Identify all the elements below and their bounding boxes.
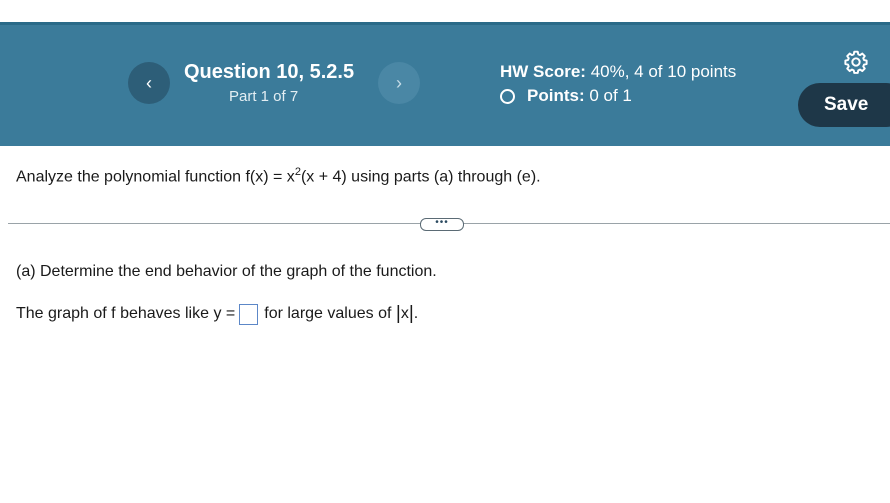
question-header: ‹ Question 10, 5.2.5 Part 1 of 7 › HW Sc…	[0, 25, 890, 146]
top-strip	[0, 0, 890, 23]
prompt-text-before: Analyze the polynomial function f(x) = x	[16, 168, 295, 186]
prompt-text-after: (x + 4) using parts (a) through (e).	[300, 168, 541, 186]
question-title: Question 10, 5.2.5	[184, 61, 355, 83]
hw-score-label: HW Score:	[500, 62, 586, 81]
gear-icon[interactable]	[843, 49, 869, 75]
question-part: Part 1 of 7	[229, 88, 299, 105]
answer-row: The graph of f behaves like y = for larg…	[16, 303, 418, 325]
answer-period: .	[413, 305, 419, 322]
points-status-icon	[500, 88, 515, 104]
chevron-left-icon: ‹	[146, 72, 152, 93]
hw-score-value: 40%, 4 of 10 points	[590, 62, 737, 81]
abs-variable: x	[400, 305, 409, 322]
answer-text-after: for large values of	[264, 305, 392, 322]
hw-score: HW Score: 40%, 4 of 10 points	[500, 62, 736, 82]
answer-text-before: The graph of f behaves like y =	[16, 305, 236, 322]
expand-more-button[interactable]: •••	[420, 218, 464, 231]
answer-input[interactable]	[239, 303, 259, 325]
points-row: Points: 0 of 1	[500, 86, 632, 106]
save-label: Save	[824, 94, 869, 115]
question-prompt: Analyze the polynomial function f(x) = x…	[16, 166, 541, 186]
previous-question-button[interactable]: ‹	[128, 62, 170, 104]
save-button[interactable]: Save	[798, 83, 890, 127]
next-question-button[interactable]: ›	[378, 62, 420, 104]
points-label: Points:	[527, 86, 585, 105]
part-a-instruction: (a) Determine the end behavior of the gr…	[16, 263, 437, 280]
points-value: 0 of 1	[589, 86, 632, 105]
chevron-right-icon: ›	[396, 72, 402, 93]
